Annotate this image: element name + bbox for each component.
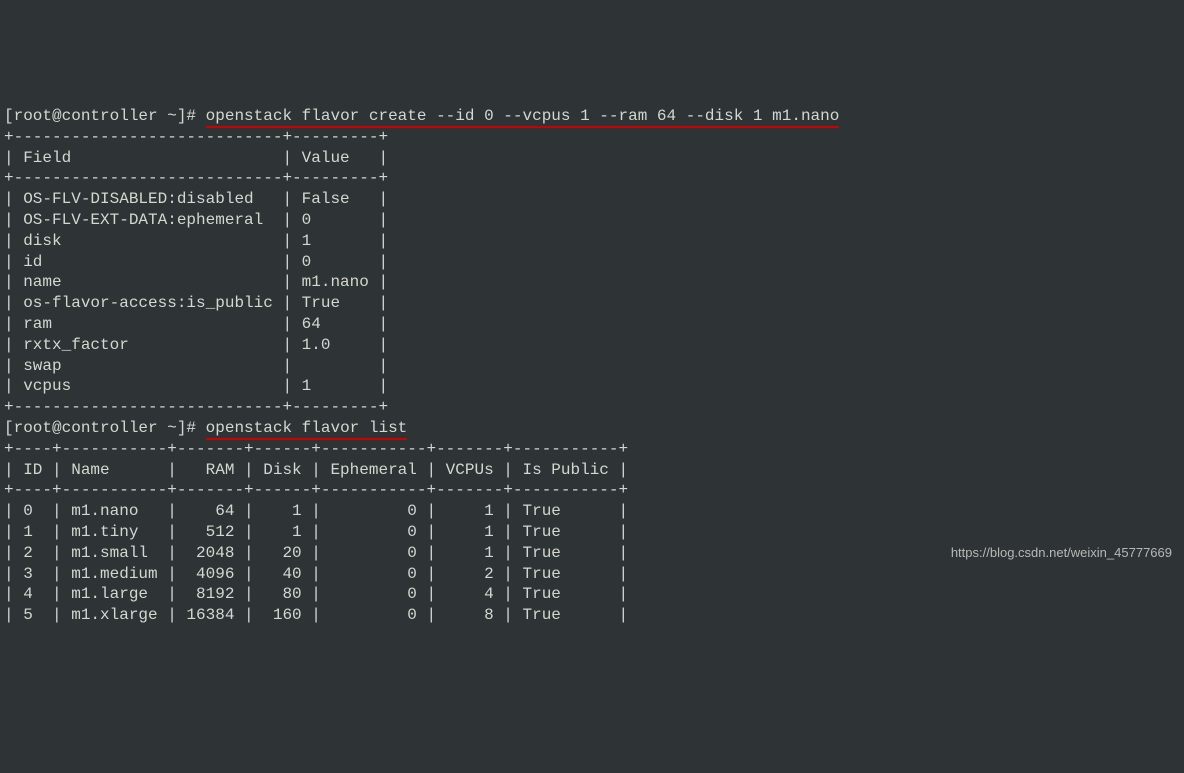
table-row: | 1 | m1.tiny | 512 | 1 | 0 | 1 | True | xyxy=(4,523,628,541)
table-row: | 0 | m1.nano | 64 | 1 | 0 | 1 | True | xyxy=(4,502,628,520)
watermark-text: https://blog.csdn.net/weixin_45777669 xyxy=(951,545,1172,562)
table-divider: +----------------------------+---------+ xyxy=(4,169,388,187)
table-row: | rxtx_factor | 1.0 | xyxy=(4,336,388,354)
table-divider: +----+-----------+-------+------+-------… xyxy=(4,481,628,499)
command-create-flavor[interactable]: openstack flavor create --id 0 --vcpus 1… xyxy=(206,107,840,128)
shell-prompt: [root@controller ~]# xyxy=(4,419,206,437)
table-divider: +----------------------------+---------+ xyxy=(4,128,388,146)
table-divider: +----+-----------+-------+------+-------… xyxy=(4,440,628,458)
table-row: | os-flavor-access:is_public | True | xyxy=(4,294,388,312)
table-row: | swap | | xyxy=(4,357,388,375)
table-row: | ram | 64 | xyxy=(4,315,388,333)
shell-prompt: [root@controller ~]# xyxy=(4,107,206,125)
table-row: | 3 | m1.medium | 4096 | 40 | 0 | 2 | Tr… xyxy=(4,565,628,583)
table-divider: +----------------------------+---------+ xyxy=(4,398,388,416)
table-row: | OS-FLV-DISABLED:disabled | False | xyxy=(4,190,388,208)
table-row: | 4 | m1.large | 8192 | 80 | 0 | 4 | Tru… xyxy=(4,585,628,603)
table-row: | disk | 1 | xyxy=(4,232,388,250)
table-row: | id | 0 | xyxy=(4,253,388,271)
table-row: | OS-FLV-EXT-DATA:ephemeral | 0 | xyxy=(4,211,388,229)
command-list-flavor[interactable]: openstack flavor list xyxy=(206,419,408,440)
table-row: | 5 | m1.xlarge | 16384 | 160 | 0 | 8 | … xyxy=(4,606,628,624)
table-row: | 2 | m1.small | 2048 | 20 | 0 | 1 | Tru… xyxy=(4,544,628,562)
table-header: | Field | Value | xyxy=(4,149,388,167)
table-row: | vcpus | 1 | xyxy=(4,377,388,395)
table-row: | name | m1.nano | xyxy=(4,273,388,291)
table-header: | ID | Name | RAM | Disk | Ephemeral | V… xyxy=(4,461,628,479)
